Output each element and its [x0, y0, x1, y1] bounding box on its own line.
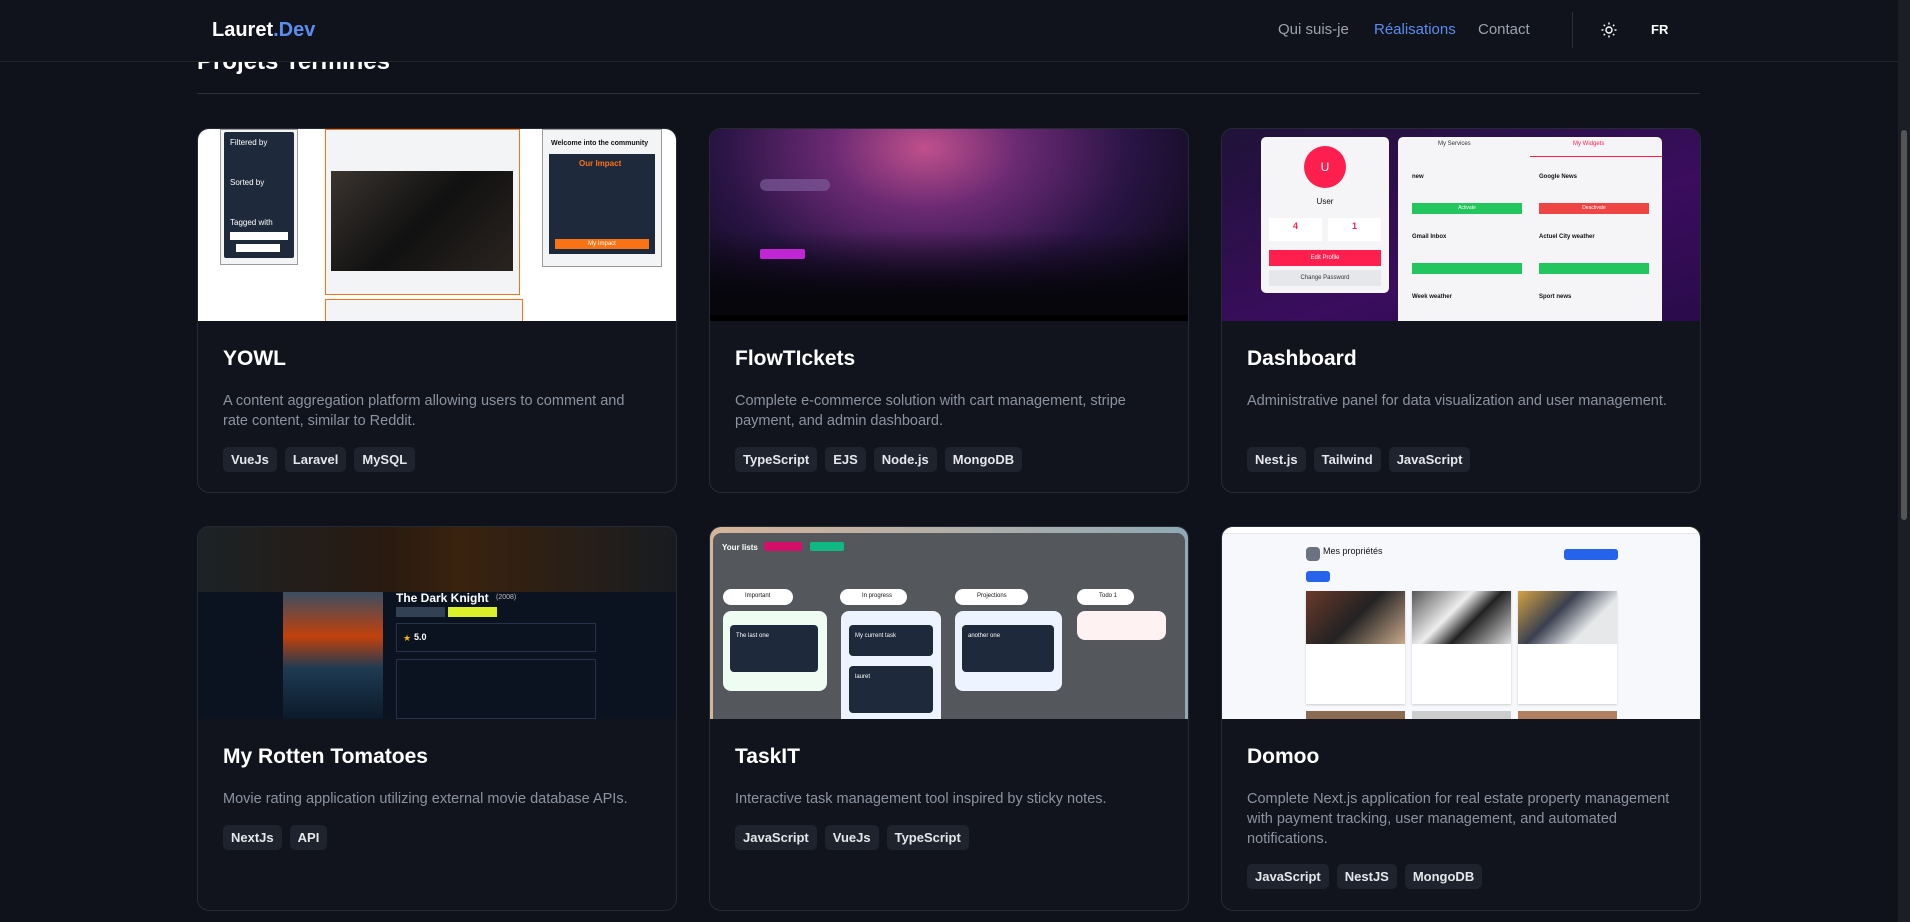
tag-list: JavaScript NestJS MongoDB [1247, 864, 1483, 889]
avatar: U [1304, 146, 1346, 188]
project-title: Domoo [1247, 745, 1320, 768]
tag: TypeScript [886, 825, 969, 850]
tag: VueJs [223, 447, 277, 472]
thumb-text: Our Impact [579, 159, 622, 168]
tag-list: Nest.js Tailwind JavaScript [1247, 447, 1471, 472]
thumb-text: My current task [849, 625, 933, 656]
tag: JavaScript [735, 825, 817, 850]
tag-list: JavaScript VueJs TypeScript [735, 825, 969, 850]
thumb-text: Google News [1539, 174, 1578, 180]
thumb-text: (2008) [496, 594, 517, 601]
thumb-text: Filtered by [230, 138, 268, 147]
tag: EJS [825, 447, 866, 472]
scrollbar[interactable] [1898, 0, 1910, 922]
project-description: Movie rating application utilizing exter… [223, 791, 628, 807]
thumb-text: Week weather [1412, 294, 1452, 300]
project-card-domoo[interactable]: Mes propriétés Domoo Complete Next.js ap… [1221, 526, 1701, 911]
project-title: YOWL [223, 347, 286, 370]
tag: API [289, 825, 328, 850]
tag: MongoDB [1404, 864, 1483, 889]
sun-icon[interactable] [1601, 22, 1617, 38]
thumb-text: Todo 1 [1077, 589, 1134, 605]
nav-contact[interactable]: Contact [1478, 21, 1530, 38]
project-description: Administrative panel for data visualizat… [1247, 393, 1667, 409]
thumb-text: Welcome into the community [551, 140, 649, 147]
tag: JavaScript [1388, 447, 1471, 472]
divider [1572, 12, 1573, 48]
project-card-rotten-tomatoes[interactable]: The Dark Knight (2008) ★ 5.0 My Rotten T… [197, 526, 677, 911]
scrollbar-thumb[interactable] [1901, 130, 1907, 520]
thumb-text: My Impact [555, 239, 649, 249]
logo-accent: .Dev [273, 19, 316, 41]
tag: MySQL [354, 447, 416, 472]
thumb-text: new [1412, 174, 1424, 180]
project-title: Dashboard [1247, 347, 1357, 370]
tag: Nest.js [1247, 447, 1306, 472]
thumb-text: My Widgets [1573, 141, 1605, 147]
thumb-text: Sport news [1539, 294, 1572, 300]
project-thumbnail [710, 129, 1188, 321]
thumb-text: The Dark Knight [396, 591, 489, 605]
tag-list: TypeScript EJS Node.js MongoDB [735, 447, 1023, 472]
thumb-text: Change Password [1269, 270, 1381, 286]
project-description: Complete Next.js application for real es… [1247, 791, 1670, 847]
project-card-dashboard[interactable]: U User 4 1 Edit Profile Change Password … [1221, 128, 1701, 493]
thumb-text: My Services [1438, 141, 1471, 147]
tag: NestJS [1336, 864, 1397, 889]
thumb-text: lauret [849, 666, 933, 713]
thumb-text: User [1316, 197, 1334, 206]
project-title: FlowTIckets [735, 347, 856, 370]
tag-list: VueJs Laravel MySQL [223, 447, 416, 472]
tag: TypeScript [735, 447, 818, 472]
tag-list: NextJs API [223, 825, 328, 850]
header: Lauret.Dev Qui suis-je Réalisations Cont… [0, 0, 1898, 62]
rating: 5.0 [414, 632, 427, 642]
thumb-text: Projections [955, 589, 1028, 605]
project-title: TaskIT [735, 745, 800, 768]
language-toggle[interactable]: FR [1651, 22, 1668, 37]
logo-text: Lauret [212, 19, 274, 41]
thumb-text: Sorted by [230, 178, 265, 187]
thumb-text: 1 [1328, 218, 1381, 241]
project-thumbnail: U User 4 1 Edit Profile Change Password … [1222, 129, 1700, 321]
thumb-text: In progress [840, 589, 907, 605]
thumb-text: Deactivate [1539, 203, 1649, 214]
tag: Tailwind [1313, 447, 1381, 472]
section-divider [197, 93, 1700, 94]
thumb-text: Mes propriétés [1323, 546, 1383, 556]
thumb-text: 4 [1269, 218, 1322, 241]
thumb-text: Important [723, 589, 793, 605]
project-card-flowtickets[interactable]: FlowTIckets Complete e-commerce solution… [709, 128, 1189, 493]
tag: VueJs [824, 825, 879, 850]
thumb-text: Actuel City weather [1539, 234, 1595, 240]
thumb-text: The last one [730, 625, 818, 672]
thumb-text: Tagged with [230, 218, 273, 227]
project-description: Complete e-commerce solution with cart m… [735, 393, 1126, 429]
thumb-text: Your lists [722, 543, 758, 552]
thumb-text: Edit Profile [1269, 250, 1381, 266]
project-thumbnail: Filtered by Sorted by Tagged with Welcom… [198, 129, 676, 321]
tag: NextJs [223, 825, 282, 850]
project-card-yowl[interactable]: Filtered by Sorted by Tagged with Welcom… [197, 128, 677, 493]
project-card-taskit[interactable]: Your lists Important In progress Project… [709, 526, 1189, 911]
project-description: Interactive task management tool inspire… [735, 791, 1107, 807]
tag: Node.js [873, 447, 937, 472]
project-thumbnail: Mes propriétés [1222, 527, 1700, 719]
tag: Laravel [284, 447, 347, 472]
thumb-text: another one [962, 625, 1054, 672]
tag: MongoDB [944, 447, 1023, 472]
project-thumbnail: The Dark Knight (2008) ★ 5.0 [198, 527, 676, 719]
project-thumbnail: Your lists Important In progress Project… [710, 527, 1188, 719]
thumb-text: Gmail Inbox [1412, 234, 1447, 240]
project-title: My Rotten Tomatoes [223, 745, 428, 768]
tag: JavaScript [1247, 864, 1329, 889]
thumb-text: Activate [1412, 203, 1522, 214]
logo[interactable]: Lauret.Dev [212, 19, 315, 42]
nav-about[interactable]: Qui suis-je [1278, 21, 1349, 38]
project-description: A content aggregation platform allowing … [223, 393, 625, 429]
nav-projects[interactable]: Réalisations [1374, 21, 1456, 38]
